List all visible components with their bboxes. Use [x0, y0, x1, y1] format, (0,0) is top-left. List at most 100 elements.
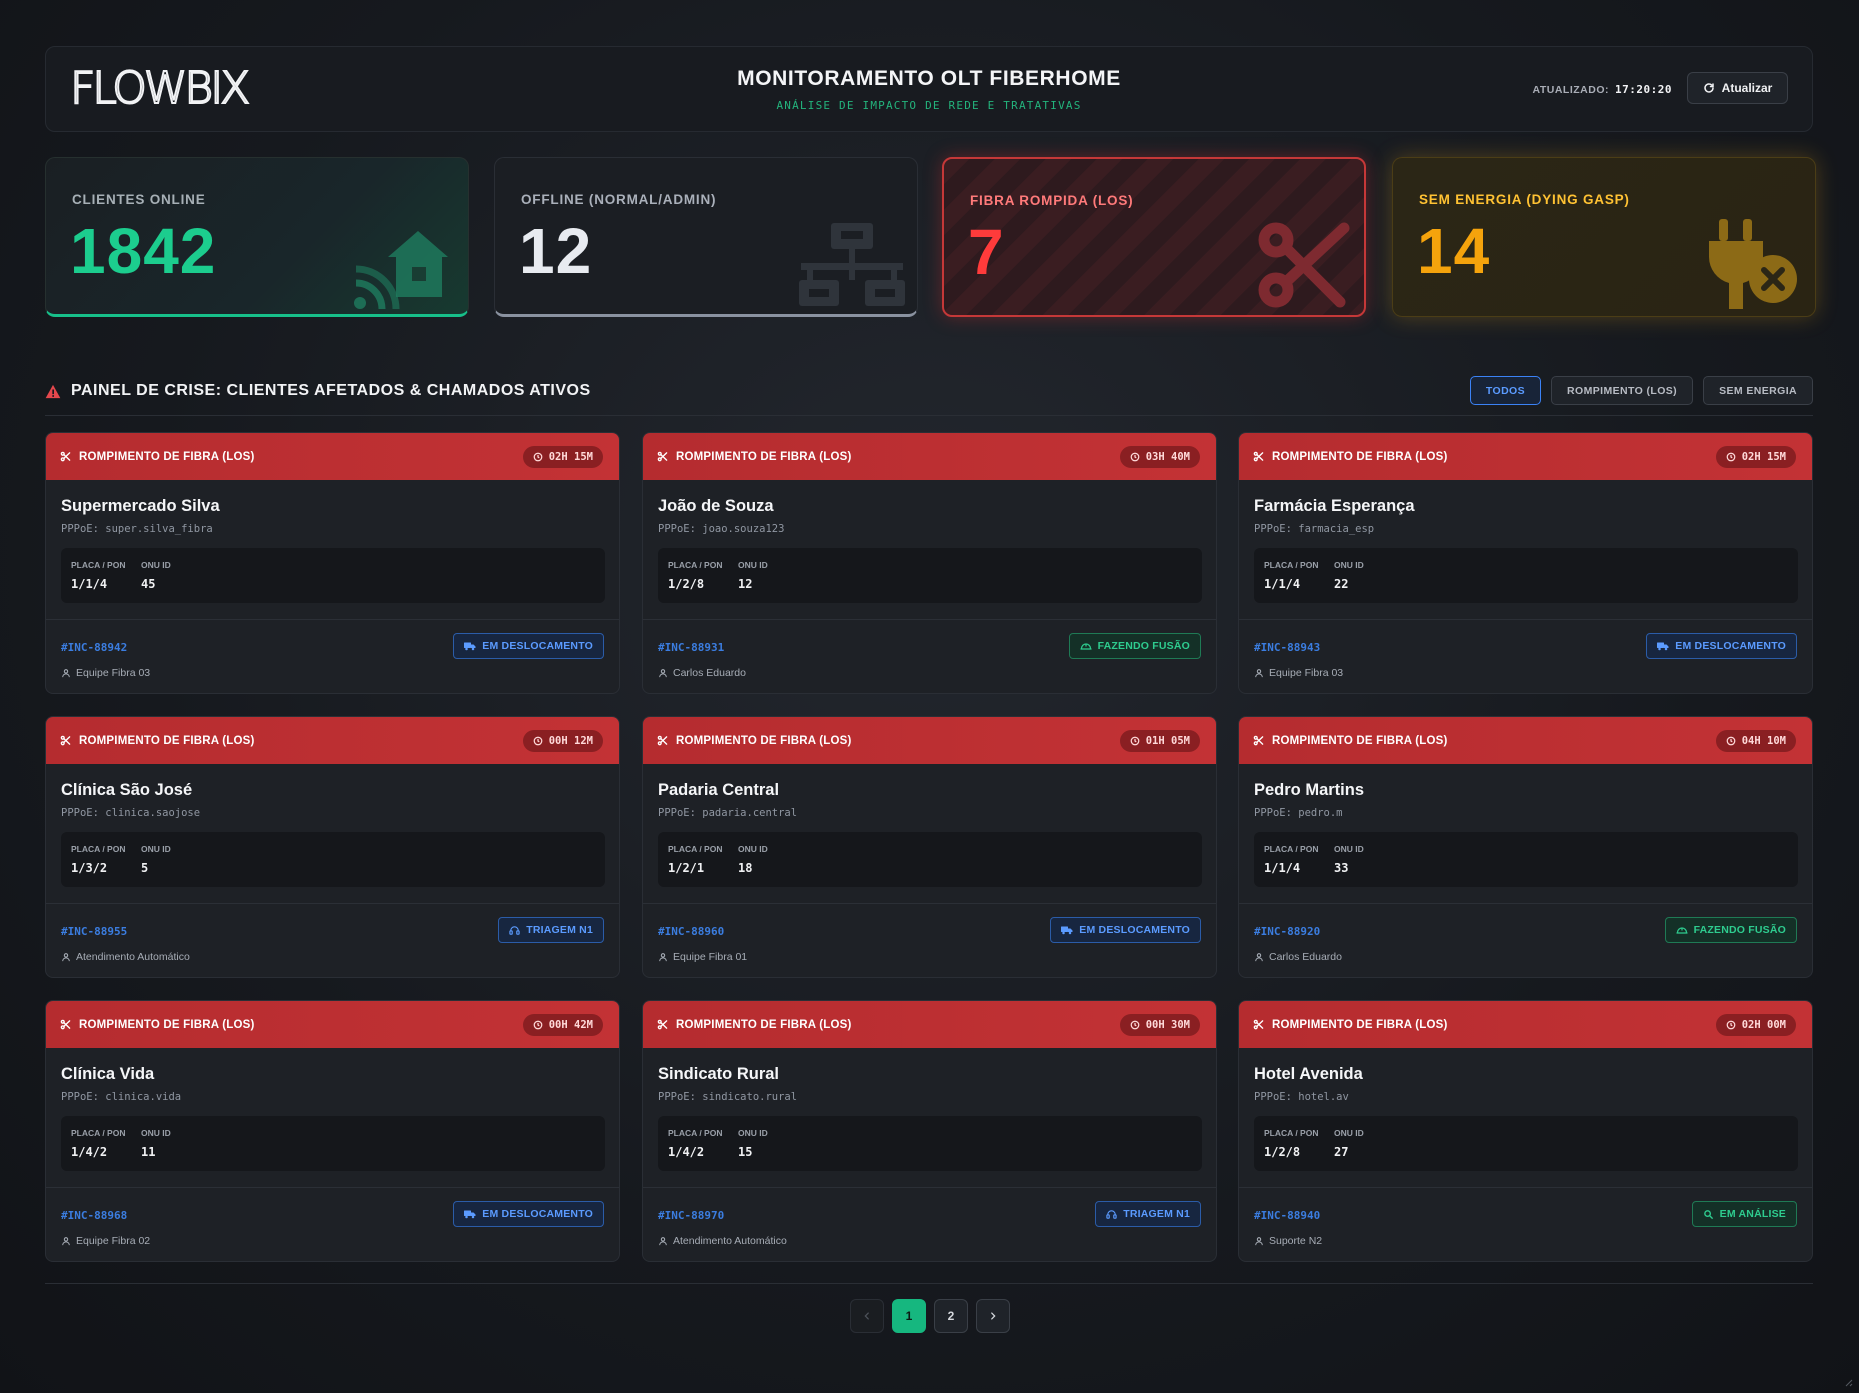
- incident-id-link[interactable]: #INC-88940: [1254, 1209, 1320, 1222]
- incident-type: ROMPIMENTO DE FIBRA (LOS): [1253, 735, 1448, 747]
- kpi-fiber-broken: FIBRA ROMPIDA (LOS) 7: [942, 157, 1366, 317]
- chevron-right-icon: [991, 1312, 996, 1320]
- placa-pon-value: 1/2/1: [668, 861, 705, 875]
- refresh-button[interactable]: Atualizar: [1687, 72, 1788, 104]
- onu-id-value: 5: [141, 861, 149, 875]
- incident-duration-value: 02H 15M: [548, 450, 593, 463]
- incident-card[interactable]: ROMPIMENTO DE FIBRA (LOS) 03H 40M João d…: [642, 432, 1217, 694]
- incident-id-link[interactable]: #INC-88920: [1254, 925, 1320, 938]
- incident-id-link[interactable]: #INC-88960: [658, 925, 724, 938]
- onu-id-value: 45: [141, 577, 156, 591]
- incident-id-link[interactable]: #INC-88942: [61, 641, 127, 654]
- clock-icon: [533, 1020, 543, 1029]
- truck-icon: [464, 641, 476, 651]
- placa-pon-label: PLACA / PON: [1264, 844, 1319, 854]
- incident-id-link[interactable]: #INC-88968: [61, 1209, 127, 1222]
- onu-id-value: 15: [738, 1145, 753, 1159]
- onu-id-value: 33: [1334, 861, 1349, 875]
- assigned-team: Suporte N2: [1254, 1235, 1322, 1247]
- incident-duration-value: 02H 15M: [1741, 450, 1786, 463]
- next-page-button[interactable]: [976, 1299, 1010, 1333]
- kpi-value: 1842: [70, 215, 217, 287]
- assigned-team: Atendimento Automático: [61, 951, 190, 963]
- incident-id-link[interactable]: #INC-88955: [61, 925, 127, 938]
- incident-type: ROMPIMENTO DE FIBRA (LOS): [657, 735, 852, 747]
- assigned-team: Carlos Eduardo: [1254, 951, 1342, 963]
- incident-id-link[interactable]: #INC-88970: [658, 1209, 724, 1222]
- prev-page-button[interactable]: [850, 1299, 884, 1333]
- incident-duration: 04H 10M: [1715, 729, 1796, 752]
- incident-duration: 00H 12M: [522, 729, 603, 752]
- pagination: 1 2: [850, 1299, 1010, 1333]
- scissors-icon: [1253, 735, 1264, 746]
- scissors-icon: [657, 451, 668, 462]
- card-divider: [46, 903, 619, 904]
- user-icon: [62, 669, 70, 678]
- kpi-online-clients: CLIENTES ONLINE 1842: [45, 157, 469, 317]
- onu-id-value: 22: [1334, 577, 1349, 591]
- placa-pon-value: 1/2/8: [1264, 1145, 1301, 1159]
- incident-card[interactable]: ROMPIMENTO DE FIBRA (LOS) 00H 42M Clínic…: [45, 1000, 620, 1262]
- kpi-label: OFFLINE (NORMAL/ADMIN): [521, 192, 717, 207]
- status-badge[interactable]: EM DESLOCAMENTO: [453, 1201, 604, 1227]
- status-badge[interactable]: EM DESLOCAMENTO: [1050, 917, 1201, 943]
- status-badge[interactable]: FAZENDO FUSÃO: [1068, 633, 1201, 659]
- clock-icon: [533, 736, 543, 745]
- incident-type-label: ROMPIMENTO DE FIBRA (LOS): [79, 1018, 255, 1031]
- incident-card[interactable]: ROMPIMENTO DE FIBRA (LOS) 02H 15M Farmác…: [1238, 432, 1813, 694]
- status-badge[interactable]: TRIAGEM N1: [498, 917, 604, 943]
- client-name: Supermercado Silva: [61, 497, 220, 515]
- card-divider: [1239, 1187, 1812, 1188]
- incident-card[interactable]: ROMPIMENTO DE FIBRA (LOS) 02H 15M Superm…: [45, 432, 620, 694]
- status-badge[interactable]: EM DESLOCAMENTO: [1646, 633, 1797, 659]
- status-label: EM DESLOCAMENTO: [1675, 640, 1786, 652]
- kpi-value: 12: [519, 215, 593, 287]
- client-name: João de Souza: [658, 497, 774, 515]
- page-subtitle: ANÁLISE DE IMPACTO DE REDE E TRATATIVAS: [776, 99, 1082, 112]
- client-pppoe: PPPoE: farmacia_esp: [1254, 523, 1375, 535]
- incident-card[interactable]: ROMPIMENTO DE FIBRA (LOS) 04H 10M Pedro …: [1238, 716, 1813, 978]
- card-divider: [1239, 903, 1812, 904]
- page-button-2[interactable]: 2: [934, 1299, 968, 1333]
- client-pppoe: PPPoE: super.silva_fibra: [61, 523, 213, 535]
- incident-id-link[interactable]: #INC-88931: [658, 641, 724, 654]
- incident-card-header: ROMPIMENTO DE FIBRA (LOS) 00H 42M: [46, 1001, 619, 1048]
- status-label: TRIAGEM N1: [1123, 1208, 1190, 1220]
- user-icon: [1255, 669, 1263, 678]
- network-icon: [797, 219, 907, 314]
- kpi-no-power: SEM ENERGIA (DYING GASP) 14: [1392, 157, 1816, 317]
- clock-icon: [1130, 452, 1140, 461]
- onu-info-box: PLACA / PON ONU ID 1/2/8 12: [658, 548, 1202, 603]
- onu-info-box: PLACA / PON ONU ID 1/4/2 15: [658, 1116, 1202, 1171]
- status-badge[interactable]: FAZENDO FUSÃO: [1664, 917, 1797, 943]
- resize-handle-icon[interactable]: [1843, 1377, 1853, 1387]
- incident-id-link[interactable]: #INC-88943: [1254, 641, 1320, 654]
- truck-icon: [1061, 925, 1073, 935]
- incident-duration-value: 03H 40M: [1145, 450, 1190, 463]
- status-label: EM DESLOCAMENTO: [482, 1208, 593, 1220]
- incident-card[interactable]: ROMPIMENTO DE FIBRA (LOS) 00H 12M Clínic…: [45, 716, 620, 978]
- incident-type: ROMPIMENTO DE FIBRA (LOS): [657, 451, 852, 463]
- assigned-team: Equipe Fibra 01: [658, 951, 747, 963]
- status-badge[interactable]: TRIAGEM N1: [1095, 1201, 1201, 1227]
- filter-all[interactable]: TODOS: [1469, 376, 1542, 405]
- status-badge[interactable]: EM DESLOCAMENTO: [453, 633, 604, 659]
- filter-los[interactable]: ROMPIMENTO (LOS): [1551, 376, 1694, 405]
- filter-no-power[interactable]: SEM ENERGIA: [1703, 376, 1813, 405]
- incident-duration-value: 04H 10M: [1741, 734, 1786, 747]
- scissors-icon: [657, 735, 668, 746]
- incident-type: ROMPIMENTO DE FIBRA (LOS): [1253, 1019, 1448, 1031]
- status-badge[interactable]: EM ANÁLISE: [1691, 1201, 1797, 1227]
- incident-type: ROMPIMENTO DE FIBRA (LOS): [60, 735, 255, 747]
- incident-card[interactable]: ROMPIMENTO DE FIBRA (LOS) 02H 00M Hotel …: [1238, 1000, 1813, 1262]
- kpi-offline: OFFLINE (NORMAL/ADMIN) 12: [494, 157, 918, 317]
- scissors-icon: [1253, 1019, 1264, 1030]
- incident-card[interactable]: ROMPIMENTO DE FIBRA (LOS) 00H 30M Sindic…: [642, 1000, 1217, 1262]
- incident-card[interactable]: ROMPIMENTO DE FIBRA (LOS) 01H 05M Padari…: [642, 716, 1217, 978]
- page-button-1[interactable]: 1: [892, 1299, 926, 1333]
- incident-duration: 00H 42M: [522, 1013, 603, 1036]
- status-label: EM DESLOCAMENTO: [482, 640, 593, 652]
- assigned-team: Atendimento Automático: [658, 1235, 787, 1247]
- incident-card-header: ROMPIMENTO DE FIBRA (LOS) 02H 15M: [1239, 433, 1812, 480]
- onu-id-value: 11: [141, 1145, 156, 1159]
